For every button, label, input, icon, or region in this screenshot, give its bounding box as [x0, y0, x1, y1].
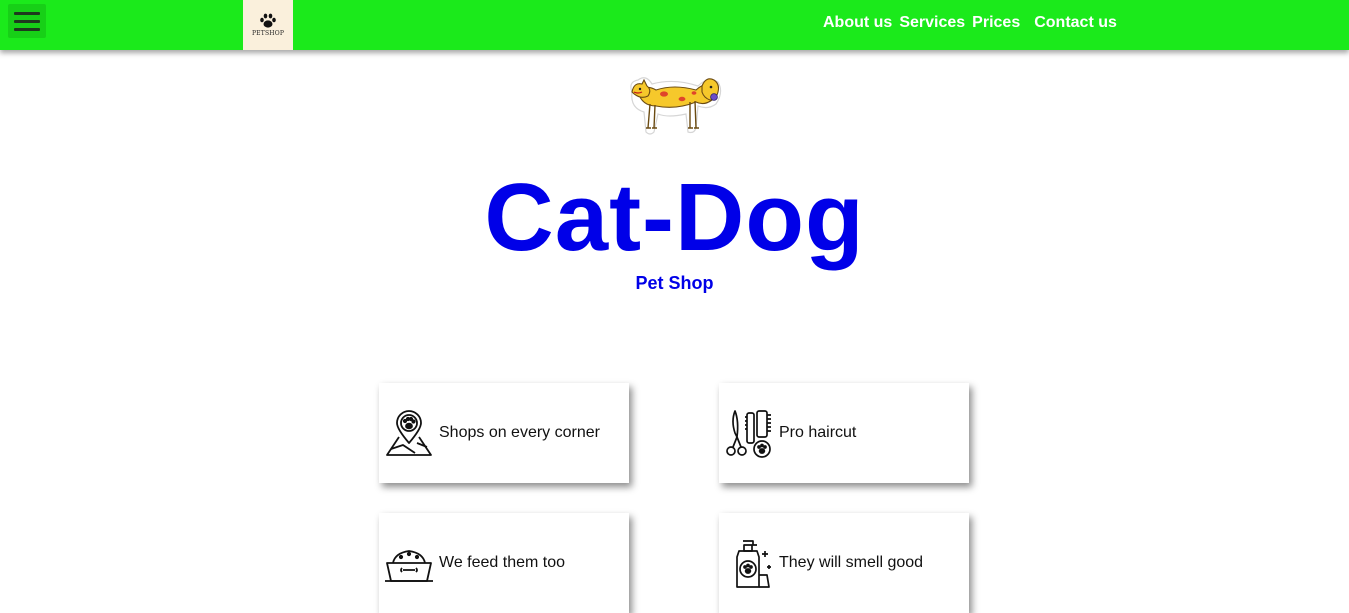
map-pin-paw-icon	[386, 410, 432, 456]
pet-shampoo-icon	[736, 540, 771, 588]
nav-about-us[interactable]: About us	[823, 14, 892, 32]
nav-services[interactable]: Services	[899, 14, 965, 32]
feature-label: Shops on every corner	[439, 424, 600, 441]
feature-card-food[interactable]: We feed them too	[379, 513, 629, 613]
top-navbar: PETSHOP About us Services Prices Contact…	[0, 0, 1349, 50]
main-nav: About us Services Prices Contact us	[823, 14, 1117, 32]
feature-label: We feed them too	[439, 554, 565, 571]
food-bowl-icon	[385, 550, 433, 582]
nav-contact-us[interactable]: Contact us	[1034, 14, 1117, 32]
feature-card-smell[interactable]: They will smell good	[719, 513, 969, 613]
nav-prices[interactable]: Prices	[972, 14, 1020, 32]
hamburger-line	[14, 27, 40, 31]
hamburger-line	[14, 11, 40, 15]
feature-label: They will smell good	[779, 554, 924, 571]
paw-icon	[260, 13, 276, 28]
page-title: Cat-Dog	[484, 164, 865, 271]
logo-text: PETSHOP	[251, 30, 285, 37]
feature-card-shops[interactable]: Shops on every corner	[379, 383, 629, 483]
grooming-tools-icon	[726, 410, 771, 458]
hamburger-menu-button[interactable]	[8, 4, 46, 38]
petshop-logo[interactable]: PETSHOP	[243, 0, 293, 50]
catdog-mascot-image	[630, 77, 722, 135]
hamburger-line	[14, 19, 40, 23]
page-subtitle: Pet Shop	[635, 273, 714, 293]
feature-card-haircut[interactable]: Pro haircut	[719, 383, 969, 483]
feature-label: Pro haircut	[779, 424, 857, 441]
